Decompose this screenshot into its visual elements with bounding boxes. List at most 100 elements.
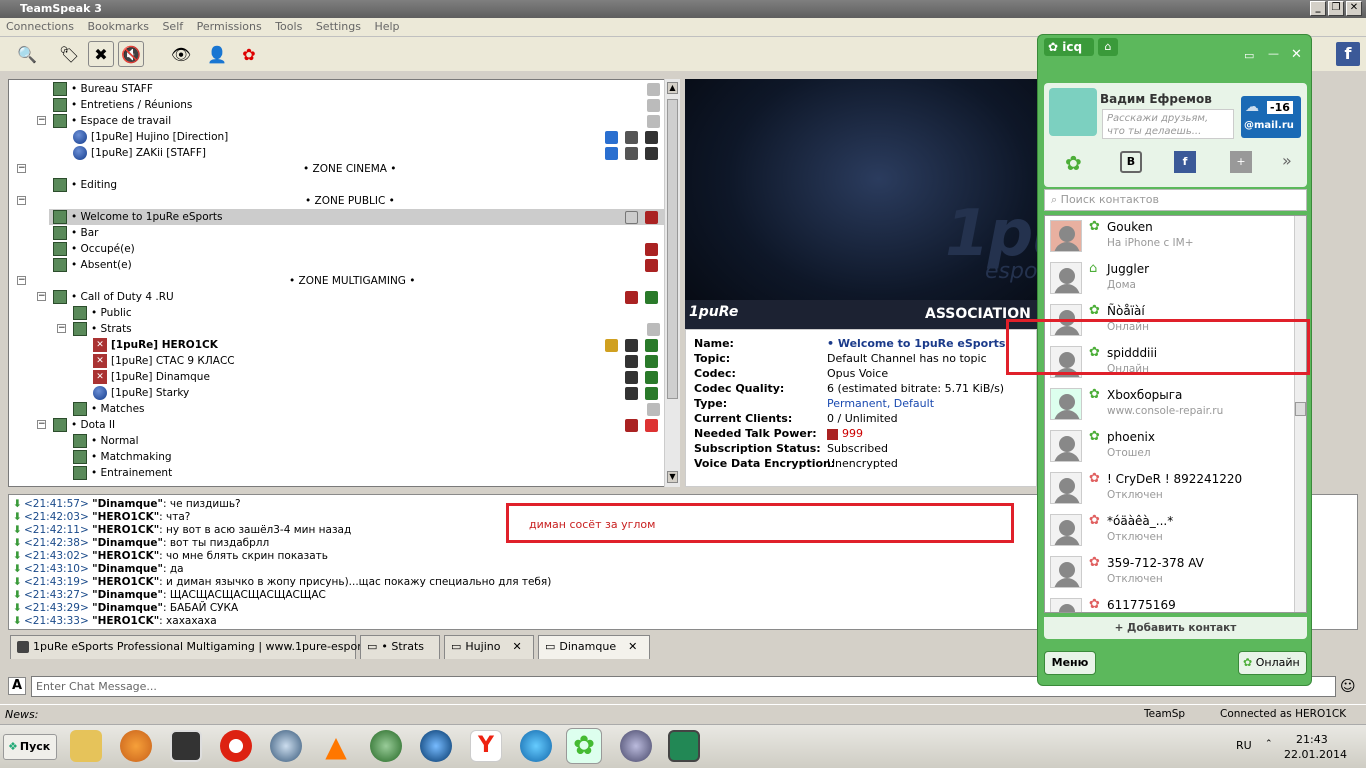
clock-time[interactable]: 21:43 (1296, 733, 1328, 746)
bookmark-icon[interactable]: 🏷 (56, 41, 82, 67)
user-row[interactable]: ✕ [1puRe] HERO1CK (93, 337, 218, 353)
contact-scroll-thumb[interactable] (1295, 402, 1306, 416)
contacts-icon[interactable]: 👤 (204, 41, 230, 67)
vk-icon[interactable]: B (1120, 151, 1142, 173)
restore-icon[interactable]: ▭ (1244, 49, 1254, 62)
channel-row[interactable]: • Entretiens / Réunions (53, 97, 192, 113)
language-indicator[interactable]: RU (1236, 739, 1252, 752)
facebook-icon[interactable]: f (1336, 42, 1360, 66)
media-player-icon[interactable] (120, 730, 152, 762)
yandex-icon[interactable]: Y (470, 730, 502, 762)
explorer-icon[interactable] (70, 730, 102, 762)
weather-widget[interactable]: ☁ -16 @mail.ru (1241, 96, 1301, 138)
user-row[interactable]: [1puRe] ZAKii [STAFF] (73, 145, 206, 161)
channel-row[interactable]: • Bureau STAFF (53, 81, 153, 97)
icq-network-icon[interactable]: ✿ (1065, 151, 1082, 175)
zone-label[interactable]: • ZONE MULTIGAMING • (289, 273, 415, 289)
status-message-input[interactable]: Расскажи друзьям, что ты делаешь... (1102, 109, 1234, 139)
channel-row[interactable]: • Espace de travail (53, 113, 171, 129)
start-button[interactable]: ❖ Пуск (3, 734, 57, 760)
away-icon[interactable]: 👁 (168, 41, 194, 67)
collapse-toggle[interactable]: − (37, 292, 46, 301)
channel-row[interactable]: • Call of Duty 4 .RU (53, 289, 174, 305)
minimize-icon[interactable]: — (1268, 47, 1279, 60)
channel-row[interactable]: • Editing (53, 177, 117, 193)
tab-hujino[interactable]: ▭ Hujino ✕ (444, 635, 534, 659)
contact-item[interactable]: ✿ *óäàêà_...* Отключен (1045, 510, 1296, 552)
app2-icon[interactable] (668, 730, 700, 762)
menu-bookmarks[interactable]: Bookmarks (83, 18, 152, 35)
collapse-toggle[interactable]: − (37, 116, 46, 125)
contact-item[interactable]: ✿ Xboxборыга www.console-repair.ru (1045, 384, 1296, 426)
menu-tools[interactable]: Tools (271, 18, 306, 35)
tray-expand-icon[interactable]: ⌃ (1265, 739, 1273, 749)
collapse-toggle[interactable]: − (17, 276, 26, 285)
qip-icon[interactable] (520, 730, 552, 762)
menu-settings[interactable]: Settings (312, 18, 365, 35)
tab-dinamque[interactable]: ▭ Dinamque ✕ (538, 635, 650, 659)
emoticon-icon[interactable]: ☺ (1340, 677, 1358, 695)
user-row[interactable]: ✕ [1puRe] Dinamque (93, 369, 210, 385)
scroll-up-icon[interactable]: ▲ (667, 82, 678, 94)
icq-taskbar-icon[interactable]: ✿ (566, 728, 602, 764)
icq-menu-button[interactable]: Меню (1044, 651, 1096, 675)
mute-speakers-icon[interactable]: 🔇 (118, 41, 144, 67)
app-icon[interactable] (170, 730, 202, 762)
home-icon[interactable]: ⌂ (1098, 38, 1118, 56)
font-format-icon[interactable]: A (8, 677, 26, 695)
user-avatar[interactable] (1049, 88, 1097, 136)
add-network-icon[interactable]: + (1230, 151, 1252, 173)
channel-row[interactable]: • Normal (73, 433, 139, 449)
zone-label[interactable]: • ZONE CINEMA • (303, 161, 397, 177)
tab-strats[interactable]: ▭ • Strats (360, 635, 440, 659)
vlc-icon[interactable]: ▲ (320, 730, 352, 763)
close-icon[interactable]: ✕ (1291, 47, 1302, 62)
user-row[interactable]: ✕ [1puRe] СТАС 9 КЛАСС (93, 353, 235, 369)
scroll-down-icon[interactable]: ▼ (667, 471, 678, 483)
channel-row[interactable]: • Matches (73, 401, 145, 417)
collapse-toggle[interactable]: − (37, 420, 46, 429)
browser-icon[interactable] (420, 730, 452, 762)
contact-item[interactable]: ⌂ Juggler Дома (1045, 258, 1296, 300)
menu-help[interactable]: Help (370, 18, 403, 35)
connect-icon[interactable]: 🔍 (14, 41, 40, 67)
collapse-toggle[interactable]: − (17, 196, 26, 205)
contact-item[interactable]: ✿ Gouken На iPhone с IM+ (1045, 216, 1296, 258)
tree-scrollbar[interactable]: ▲ ▼ (664, 79, 680, 487)
zone-label[interactable]: • ZONE PUBLIC • (305, 193, 395, 209)
menu-self[interactable]: Self (158, 18, 187, 35)
user-row[interactable]: [1puRe] Hujino [Direction] (73, 129, 228, 145)
channel-row[interactable]: • Bar (53, 225, 99, 241)
menu-permissions[interactable]: Permissions (193, 18, 266, 35)
channel-row[interactable]: • Absent(e) (53, 257, 132, 273)
close-tab-icon[interactable]: ✕ (512, 640, 521, 653)
steam-icon[interactable] (270, 730, 302, 762)
channel-row[interactable]: • Public (73, 305, 132, 321)
user-row[interactable]: [1puRe] Starky (93, 385, 189, 401)
channel-row[interactable]: • Matchmaking (73, 449, 172, 465)
contact-item[interactable]: ✿ 611775169 (1045, 594, 1296, 612)
menu-connections[interactable]: Connections (2, 18, 78, 35)
more-networks-icon[interactable]: » (1282, 151, 1292, 170)
status-button[interactable]: ✿ Онлайн (1238, 651, 1307, 675)
channel-row[interactable]: • Dota II (53, 417, 115, 433)
contact-search-input[interactable]: ⌕ Поиск контактов (1044, 189, 1307, 211)
channel-row[interactable]: • Entrainement (73, 465, 172, 481)
contact-item[interactable]: ✿! CryDeR ! 892241220 Отключен (1045, 468, 1296, 510)
contact-scrollbar[interactable] (1294, 216, 1306, 612)
user-name[interactable]: Вадим Ефремов (1100, 92, 1212, 106)
icq-brand[interactable]: ✿ icq (1044, 38, 1094, 56)
close-tab-icon[interactable]: ✕ (628, 640, 637, 653)
collapse-toggle[interactable]: − (57, 324, 66, 333)
channel-row-selected[interactable]: • Welcome to 1puRe eSports (49, 209, 665, 225)
channel-row[interactable]: • Strats (73, 321, 132, 337)
teamspeak-taskbar-icon[interactable] (620, 730, 652, 762)
close-button[interactable]: ✕ (1346, 1, 1362, 16)
contact-item[interactable]: ✿ phoenix Отошел (1045, 426, 1296, 468)
scroll-thumb[interactable] (667, 99, 678, 399)
utorrent-icon[interactable] (370, 730, 402, 762)
add-contact-button[interactable]: + Добавить контакт (1044, 617, 1307, 639)
facebook-network-icon[interactable]: f (1174, 151, 1196, 173)
disconnect-icon[interactable]: ✖ (88, 41, 114, 67)
tab-server[interactable]: 1puRe eSports Professional Multigaming |… (10, 635, 384, 659)
